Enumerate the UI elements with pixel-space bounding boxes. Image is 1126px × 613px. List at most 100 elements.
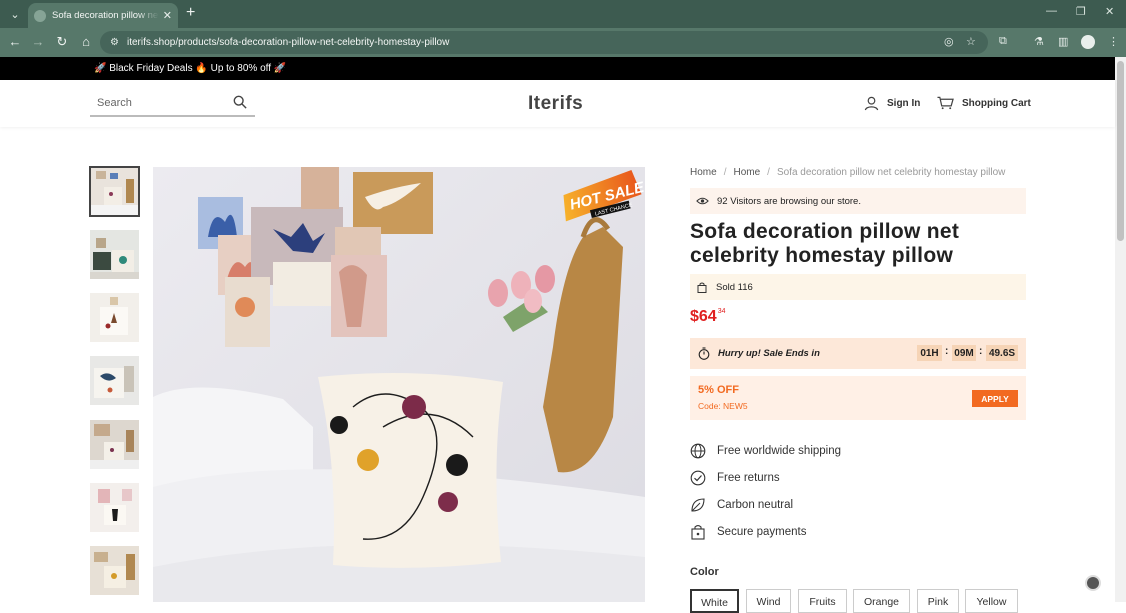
feature-label: Free worldwide shipping (717, 445, 842, 457)
color-option-white[interactable]: White (690, 589, 739, 613)
search-input[interactable] (90, 93, 220, 113)
thumbnail-image (90, 167, 139, 216)
user-icon (864, 96, 879, 111)
site-logo[interactable]: Iterifs (528, 93, 583, 115)
product-photo: HOT SALE LAST CHANCE (153, 167, 645, 602)
check-circle-icon (690, 470, 706, 486)
address-bar[interactable]: ⚙ iterifs.shop/products/sofa-decoration-… (100, 31, 988, 54)
thumbnail-image (90, 230, 139, 279)
product-thumbnail[interactable] (90, 356, 139, 405)
feature-payments: Secure payments (690, 524, 807, 540)
stopwatch-icon (698, 347, 710, 360)
thumbnail-image (90, 546, 139, 595)
color-label: Color (690, 566, 719, 578)
tab-search-chevron-icon[interactable]: ⌄ (6, 5, 24, 23)
leaf-icon (691, 498, 705, 512)
thumbnail-image (90, 293, 139, 342)
back-arrow-icon[interactable]: ← (7, 34, 23, 49)
sold-count-text: Sold 116 (716, 281, 753, 293)
color-option-yellow[interactable]: Yellow (965, 589, 1018, 613)
breadcrumb-home-2[interactable]: Home (733, 167, 760, 178)
tab-title: Sofa decoration pillow net celebrity hom… (52, 10, 159, 21)
breadcrumb: Home / Home / Sofa decoration pillow net cel… (690, 167, 1006, 178)
sale-countdown: Hurry up! Sale Ends in 01H : 09M : 49.6S (690, 338, 1026, 369)
feature-carbon: Carbon neutral (690, 497, 793, 513)
eye-icon (696, 197, 709, 205)
tab-favicon-icon (34, 9, 46, 22)
coupon-card: 5% OFF Code: NEW5 APPLY (690, 376, 1026, 420)
search-icon[interactable] (233, 95, 247, 109)
browser-toolbar: ← → ↻ ⌂ ⚙ iterifs.shop/products/sofa-dec… (0, 28, 1126, 57)
product-main-image[interactable]: HOT SALE LAST CHANCE (153, 167, 645, 602)
color-option-orange[interactable]: Orange (853, 589, 910, 613)
price-cents: 34 (717, 308, 726, 315)
product-title: Sofa decoration pillow net celebrity hom… (690, 220, 960, 267)
forward-arrow-icon[interactable]: → (30, 34, 46, 49)
product-thumbnail[interactable] (90, 483, 139, 532)
feature-label: Secure payments (717, 526, 807, 538)
countdown-hours: 01H (917, 345, 942, 361)
sign-in-link[interactable]: Sign In (864, 96, 920, 111)
feature-label: Carbon neutral (717, 499, 794, 511)
restore-icon[interactable]: ❐ (1076, 5, 1086, 18)
countdown-minutes: 09M (952, 345, 976, 361)
minimize-icon[interactable]: — (1046, 5, 1057, 17)
color-option-pink[interactable]: Pink (917, 589, 959, 613)
sold-count-banner: Sold 116 (690, 274, 1026, 300)
apply-coupon-button[interactable]: APPLY (972, 390, 1018, 407)
cart-label: Shopping Cart (962, 97, 1031, 109)
product-thumbnail[interactable] (90, 546, 139, 595)
color-option-fruits[interactable]: Fruits (798, 589, 847, 613)
bookmark-star-icon[interactable]: ☆ (966, 35, 976, 48)
eye-off-icon[interactable]: ◎ (944, 35, 954, 48)
product-thumbnail[interactable] (89, 166, 140, 217)
browser-tab-active[interactable]: Sofa decoration pillow net celebrity hom… (28, 3, 178, 28)
countdown-colon: : (979, 346, 983, 357)
floating-chat-icon[interactable] (1085, 575, 1101, 591)
profile-avatar-icon[interactable] (1081, 35, 1095, 49)
visitors-banner: 92 Visitors are browsing our store. (690, 188, 1026, 214)
address-url[interactable]: iterifs.shop/products/sofa-decoration-pi… (127, 37, 449, 48)
countdown-label: Hurry up! Sale Ends in (718, 348, 820, 359)
globe-icon (690, 443, 706, 459)
countdown-seconds: 49.6S (986, 345, 1018, 361)
tab-close-icon[interactable]: ✕ (163, 9, 172, 22)
breadcrumb-home[interactable]: Home (690, 167, 717, 178)
site-header: Iterifs Sign In Shopping Cart (0, 80, 1115, 127)
search-box[interactable] (90, 93, 255, 117)
thumbnail-image (90, 483, 139, 532)
sign-in-label: Sign In (887, 98, 921, 109)
product-thumbnail[interactable] (90, 230, 139, 279)
extensions-icon[interactable]: ⧉ (999, 35, 1007, 48)
coupon-discount: 5% OFF (698, 384, 739, 396)
price-main: $64 (690, 308, 717, 325)
coupon-code: Code: NEW5 (698, 401, 748, 411)
browser-menu-icon[interactable]: ⋮ (1108, 35, 1119, 48)
side-panel-icon[interactable]: ▥ (1058, 35, 1068, 48)
browser-tab-strip: ⌄ Sofa decoration pillow net celebrity h… (0, 0, 1126, 28)
breadcrumb-current: Sofa decoration pillow net celebrity hom… (776, 167, 1006, 178)
countdown-colon: : (945, 346, 949, 357)
thumbnail-image (90, 420, 139, 469)
scrollbar-thumb[interactable] (1117, 61, 1124, 241)
feature-returns: Free returns (690, 470, 780, 486)
feature-shipping: Free worldwide shipping (690, 443, 841, 459)
promo-text: 🚀 Black Friday Deals 🔥 Up to 80% off 🚀 (94, 63, 287, 74)
close-window-icon[interactable]: ✕ (1105, 5, 1114, 18)
visitors-text: 92 Visitors are browsing our store. (717, 195, 861, 207)
home-icon[interactable]: ⌂ (78, 34, 94, 49)
color-option-wind[interactable]: Wind (746, 589, 791, 613)
site-info-icon[interactable]: ⚙ (110, 37, 119, 48)
shopping-cart-link[interactable]: Shopping Cart (937, 96, 1031, 110)
product-thumbnail[interactable] (90, 420, 139, 469)
promo-bar: 🚀 Black Friday Deals 🔥 Up to 80% off 🚀 (0, 57, 1115, 80)
reload-icon[interactable]: ↻ (54, 34, 70, 50)
product-thumbnail[interactable] (90, 293, 139, 342)
thumbnail-image (90, 356, 139, 405)
cart-icon (937, 96, 954, 110)
new-tab-plus-icon[interactable]: + (186, 4, 195, 22)
product-price: $6434 (690, 308, 726, 326)
page-scrollbar[interactable] (1115, 57, 1126, 602)
shopping-bag-icon (697, 282, 707, 293)
lab-flask-icon[interactable]: ⚗ (1034, 35, 1044, 48)
